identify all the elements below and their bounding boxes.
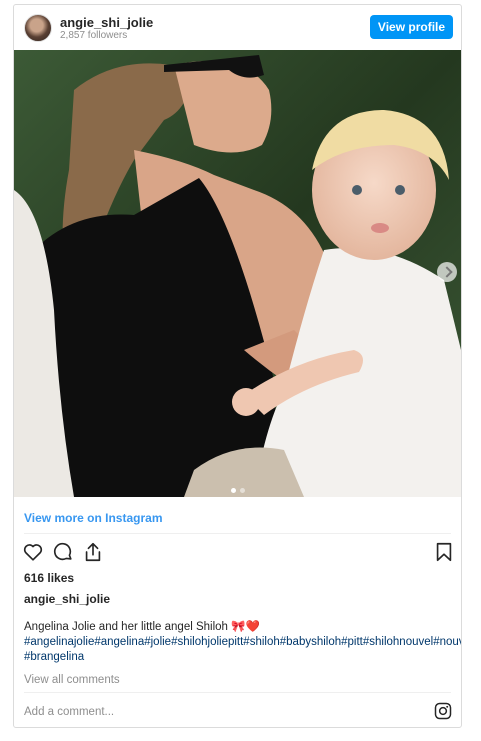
like-count[interactable]: 616 likes [24, 571, 74, 585]
action-bar [14, 541, 461, 563]
view-all-comments-link[interactable]: View all comments [24, 674, 120, 686]
add-comment-input[interactable]: Add a comment... [24, 706, 114, 718]
header-username[interactable]: angie_shi_jolie [60, 15, 153, 30]
view-more-link[interactable]: View more on Instagram [24, 511, 163, 525]
post-caption: Angelina Jolie and her little angel Shil… [24, 620, 461, 665]
photo-illustration [14, 50, 461, 497]
view-profile-button[interactable]: View profile [370, 15, 453, 39]
follower-count: 2,857 followers [60, 30, 128, 41]
carousel-dot [239, 488, 245, 493]
caption-hashtag-brangelina[interactable]: #brangelina [24, 650, 461, 665]
post-header: angie_shi_jolie 2,857 followers View pro… [14, 5, 461, 49]
carousel-indicator [14, 480, 461, 497]
carousel-dot-active [230, 488, 236, 493]
instagram-embed-card: angie_shi_jolie 2,857 followers View pro… [13, 4, 462, 728]
bookmark-icon[interactable] [433, 541, 455, 563]
instagram-logo-icon[interactable] [434, 702, 452, 720]
divider [24, 533, 451, 534]
avatar[interactable] [24, 14, 52, 42]
divider [24, 692, 451, 693]
next-slide-icon[interactable] [437, 262, 457, 282]
heart-icon[interactable] [22, 541, 44, 563]
post-owner[interactable]: angie_shi_jolie [24, 592, 110, 606]
comment-icon[interactable] [52, 541, 74, 563]
post-photo[interactable] [14, 50, 461, 497]
caption-hashtags[interactable]: #angelinajolie#angelina#jolie#shilohjoli… [24, 635, 461, 650]
share-icon[interactable] [82, 541, 104, 563]
caption-text: Angelina Jolie and her little angel Shil… [24, 621, 260, 633]
